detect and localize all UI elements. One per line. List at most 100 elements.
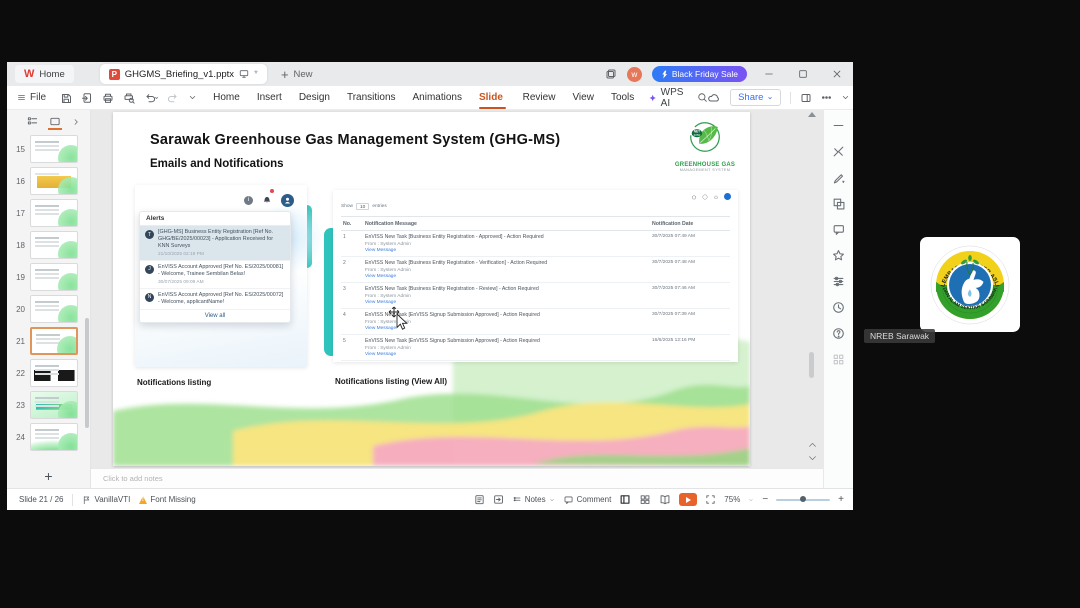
menu-slide-show[interactable]: Slide Show: [478, 86, 506, 127]
slide-thumbnail-21[interactable]: 21: [7, 326, 90, 356]
slide-thumbnail-15[interactable]: 15: [7, 134, 90, 164]
next-slide-button[interactable]: [808, 455, 817, 462]
slide-thumbnail-18[interactable]: 18: [7, 230, 90, 260]
menu-view[interactable]: View: [572, 86, 594, 110]
font-missing-warning[interactable]: Font Missing: [139, 495, 196, 504]
zoom-slider[interactable]: [776, 495, 831, 505]
view-normal-icon[interactable]: [619, 494, 631, 505]
promo-banner[interactable]: Black Friday Sale: [651, 66, 747, 82]
monitor-icon: [239, 69, 249, 79]
save-icon[interactable]: [60, 92, 72, 104]
table-body: 1 EnVISS New Task [Business Entity Regist…: [341, 231, 730, 361]
notes-toggle[interactable]: Notes: [512, 495, 555, 504]
zoom-out-button[interactable]: −: [762, 494, 768, 505]
previous-slide-button[interactable]: [808, 441, 817, 448]
view-message-link[interactable]: View Message: [365, 352, 652, 357]
new-tab-button[interactable]: + New: [281, 68, 313, 81]
notification-row: 2 EnVISS New Task [Business Entity Regist…: [341, 257, 730, 283]
ghgms-logo: NET 2050 GREENHOUSE GAS MANAGEMENT SYSTE…: [672, 118, 738, 172]
share-button[interactable]: Share: [730, 89, 782, 106]
menu-home[interactable]: Home: [213, 86, 240, 110]
view-reading-icon[interactable]: [659, 494, 671, 505]
close-button[interactable]: [825, 63, 849, 85]
slide-thumbnail-17[interactable]: 17: [7, 198, 90, 228]
undo-icon[interactable]: [144, 92, 159, 104]
view-all-link[interactable]: View all: [140, 310, 290, 322]
slideshow-play-button[interactable]: [679, 493, 698, 506]
show-entries-select[interactable]: 10: [356, 203, 370, 210]
row-message-cell: EnVISS New Task [Business Entity Registr…: [365, 286, 652, 305]
view-message-link[interactable]: View Message: [365, 248, 652, 253]
file-menu-button[interactable]: File: [17, 92, 46, 103]
menu-tools[interactable]: Tools: [611, 86, 634, 110]
collapse-icon[interactable]: [832, 119, 845, 132]
window-stack-icon[interactable]: [605, 68, 617, 80]
help-icon[interactable]: [832, 327, 845, 340]
print-preview-icon[interactable]: [123, 92, 135, 104]
scrollbar-thumb[interactable]: [809, 352, 814, 378]
redo-icon[interactable]: [167, 92, 179, 104]
outline-view-icon[interactable]: [27, 116, 38, 127]
panel-layout-icon[interactable]: [800, 92, 812, 104]
notes-area[interactable]: Click to add notes: [91, 468, 823, 488]
history-icon[interactable]: [832, 301, 845, 314]
slide-note-icon[interactable]: [474, 494, 485, 505]
menu-review[interactable]: Review: [523, 86, 556, 110]
shapes-icon[interactable]: [832, 197, 845, 210]
slide-thumbnail-20[interactable]: 20: [7, 294, 90, 324]
slide-scrollbar[interactable]: [806, 112, 818, 466]
maximize-button[interactable]: [791, 63, 815, 85]
zoom-in-button[interactable]: +: [838, 494, 844, 505]
menu-insert[interactable]: Insert: [257, 86, 282, 110]
slide-view-icon[interactable]: [48, 116, 62, 130]
view-message-link[interactable]: View Message: [365, 300, 652, 305]
participant-video-tile[interactable]: LEMBAGA SUMBER ASLI DAN ALAM SEKITAR SAR…: [920, 237, 1020, 332]
search-icon[interactable]: [697, 92, 708, 103]
thumbnail-number: 21: [16, 336, 25, 346]
alert-item[interactable]: T [GHG-MS] Business Entity Registration […: [140, 226, 290, 261]
apps-icon[interactable]: [832, 353, 845, 366]
slide-21[interactable]: Sarawak Greenhouse Gas Management System…: [113, 112, 750, 466]
statusbar: Slide 21 / 26 VanillaVTI Font Missing No…: [7, 488, 853, 510]
alert-item[interactable]: N EnVISS Account Approved [Ref No. ES/202…: [140, 289, 290, 310]
move-pane-icon[interactable]: [493, 494, 504, 505]
add-slide-button[interactable]: +: [7, 468, 90, 484]
alert-item[interactable]: J EnVISS Account Approved [Ref No. ES/202…: [140, 261, 290, 289]
star-icon[interactable]: [832, 249, 845, 262]
view-sorter-icon[interactable]: [639, 494, 651, 505]
row-message-cell: EnVISS New Task [EnVISS Signup Submissio…: [365, 338, 652, 357]
wps-home-tab[interactable]: W Home: [15, 65, 74, 83]
zoom-slider-thumb[interactable]: [800, 496, 807, 502]
fullscreen-icon[interactable]: [705, 494, 716, 505]
collapse-ribbon-icon[interactable]: [841, 93, 850, 102]
comment-button[interactable]: Comment: [563, 495, 611, 505]
thumbnail-scrollbar[interactable]: [85, 318, 89, 428]
zoom-caret-icon[interactable]: [748, 497, 754, 503]
ai-pen-icon[interactable]: [832, 171, 845, 184]
more-options-icon[interactable]: [821, 92, 832, 103]
menu-transitions[interactable]: Transitions: [347, 86, 396, 110]
cloud-icon[interactable]: [708, 92, 721, 103]
minimize-button[interactable]: [757, 63, 781, 85]
comment-icon[interactable]: [832, 223, 845, 236]
wps-ai-button[interactable]: WPS AI: [649, 87, 686, 109]
panel-expand-icon[interactable]: [72, 118, 80, 126]
slide-thumbnail-22[interactable]: 22: [7, 358, 90, 388]
slide-thumbnail-19[interactable]: 19: [7, 262, 90, 292]
scroll-up-arrow[interactable]: [808, 112, 816, 117]
user-avatar[interactable]: w: [626, 66, 642, 82]
slide-thumbnail-24[interactable]: 24: [7, 422, 90, 452]
settings-icon[interactable]: [832, 275, 845, 288]
menu-animations[interactable]: Animations: [413, 86, 462, 110]
notification-from: From : System Admin: [365, 241, 411, 247]
document-tab[interactable]: P GHGMS_Briefing_v1.pptx *: [99, 64, 267, 84]
view-message-link[interactable]: View Message: [365, 274, 652, 279]
menu-design[interactable]: Design: [299, 86, 330, 110]
slide-thumbnail-23[interactable]: 23: [7, 390, 90, 420]
design-icon[interactable]: [832, 145, 845, 158]
print-icon[interactable]: [102, 92, 114, 104]
design-template-button[interactable]: VanillaVTI: [82, 495, 130, 505]
slide-thumbnail-16[interactable]: 16: [7, 166, 90, 196]
output-icon[interactable]: [81, 92, 93, 104]
toolbar-more-icon[interactable]: [188, 93, 197, 102]
